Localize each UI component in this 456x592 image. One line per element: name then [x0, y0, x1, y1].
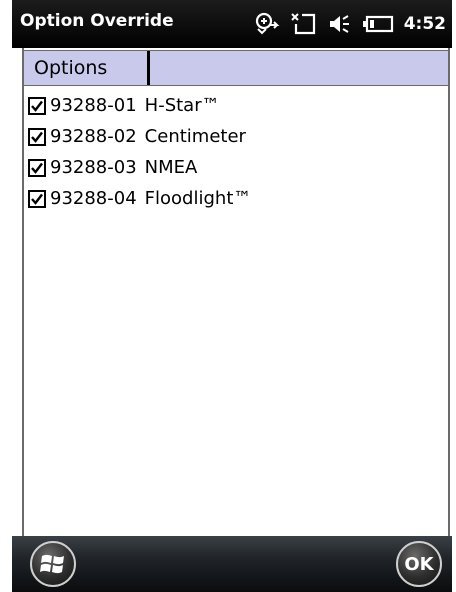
- list-item[interactable]: 93288-01 H-Star™: [28, 90, 428, 121]
- option-name: Floodlight™: [144, 188, 252, 209]
- battery-icon[interactable]: [362, 11, 394, 37]
- signal-off-icon[interactable]: [290, 11, 318, 37]
- list-item[interactable]: 93288-02 Centimeter: [28, 121, 428, 152]
- list-header: Options: [24, 50, 448, 86]
- option-checkbox[interactable]: [28, 189, 46, 208]
- device-screen: Option Override 4:52 Options 93288-01 H-…: [0, 0, 456, 592]
- option-code: 93288-01: [50, 95, 137, 116]
- status-icons: 4:52: [254, 8, 446, 40]
- option-checkbox[interactable]: [28, 158, 46, 177]
- column-header-options[interactable]: Options: [24, 51, 150, 85]
- speaker-icon[interactable]: [328, 11, 352, 37]
- checkmark-icon: [31, 100, 43, 112]
- content-frame: Options 93288-01 H-Star™ 93288-02 Centim…: [22, 48, 450, 536]
- column-header-blank[interactable]: [150, 51, 448, 85]
- option-name: H-Star™: [144, 95, 220, 116]
- option-code: 93288-02: [50, 126, 137, 147]
- bottom-bar: OK: [12, 536, 452, 592]
- checkmark-icon: [31, 131, 43, 143]
- checkmark-icon: [31, 193, 43, 205]
- network-sync-icon[interactable]: [254, 11, 280, 37]
- option-name: NMEA: [144, 157, 198, 178]
- option-code: 93288-03: [50, 157, 137, 178]
- option-code: 93288-04: [50, 188, 137, 209]
- list-item[interactable]: 93288-03 NMEA: [28, 152, 428, 183]
- option-name: Centimeter: [144, 126, 246, 147]
- option-checkbox[interactable]: [28, 127, 46, 146]
- app-title: Option Override: [20, 11, 174, 31]
- option-checkbox[interactable]: [28, 96, 46, 115]
- start-button[interactable]: [30, 541, 76, 587]
- ok-button[interactable]: OK: [396, 541, 442, 587]
- list-item[interactable]: 93288-04 Floodlight™: [28, 183, 428, 214]
- clock[interactable]: 4:52: [404, 14, 446, 34]
- checkmark-icon: [31, 162, 43, 174]
- options-list: 93288-01 H-Star™ 93288-02 Centimeter 932…: [28, 90, 428, 214]
- title-bar: Option Override 4:52: [12, 0, 452, 48]
- ok-label: OK: [404, 553, 434, 575]
- windows-logo-icon: [40, 554, 64, 574]
